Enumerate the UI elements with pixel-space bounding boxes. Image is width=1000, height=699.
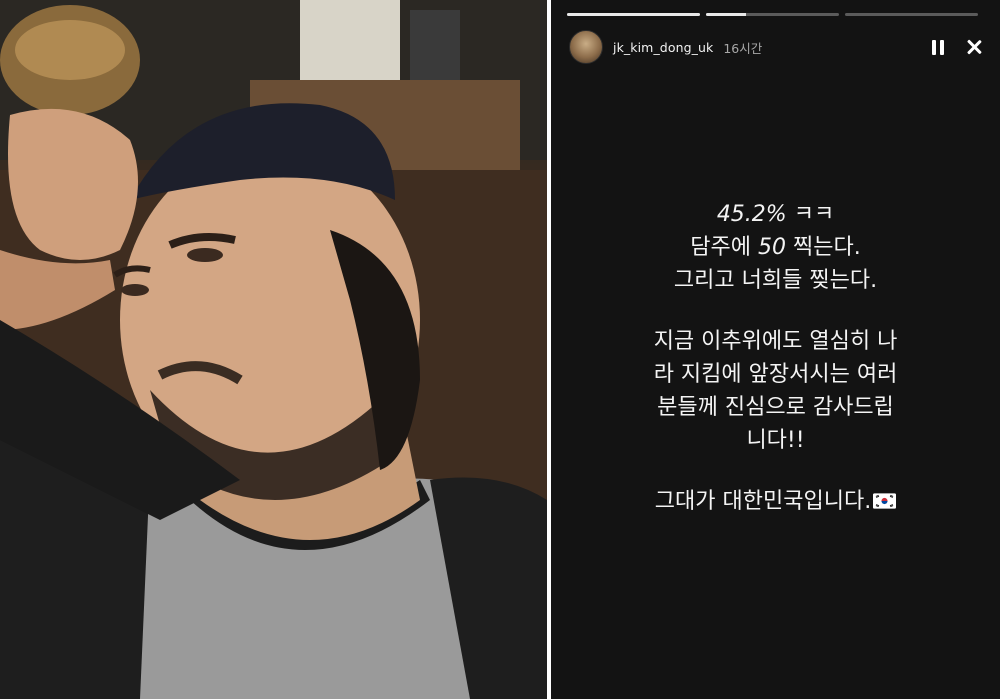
avatar[interactable]	[569, 30, 603, 64]
story-text-line: 지금 이추위에도 열심히 나	[653, 329, 898, 354]
story-progress-segment	[845, 13, 978, 16]
story-text: 45.2% ㅋㅋ 담주에 50 찍는다. 그리고 너희들 찢는다. 지금 이추위…	[581, 198, 970, 518]
story-progress-bars	[567, 13, 978, 16]
story-text-line: 니다!!	[746, 428, 805, 453]
story-text-line: 라 지킴에 앞장서시는 여러	[653, 362, 898, 387]
story-text-line: 분들께 진심으로 감사드립	[657, 395, 894, 420]
username[interactable]: jk_kim_dong_uk	[613, 40, 713, 55]
story-header: jk_kim_dong_uk 16시간	[569, 30, 982, 64]
pause-icon[interactable]	[932, 39, 944, 55]
story-text-line: 담주에 50 찍는다.	[690, 235, 861, 260]
story-text-line: 그리고 너희들 찢는다.	[673, 268, 878, 293]
story-progress-segment	[567, 13, 700, 16]
story-progress-segment	[706, 13, 839, 16]
instagram-story[interactable]: jk_kim_dong_uk 16시간 45.2% ㅋㅋ 담주에 50 찍는다.…	[551, 0, 1000, 699]
south-korea-flag-icon	[873, 493, 897, 509]
selfie-illustration	[0, 0, 547, 699]
story-controls	[932, 39, 982, 55]
selfie-photo	[0, 0, 547, 699]
story-text-line: 45.2% ㅋㅋ	[716, 202, 835, 227]
timestamp: 16시간	[723, 40, 763, 56]
close-icon[interactable]	[966, 39, 982, 55]
story-text-line: 그대가 대한민국입니다.	[581, 485, 970, 518]
